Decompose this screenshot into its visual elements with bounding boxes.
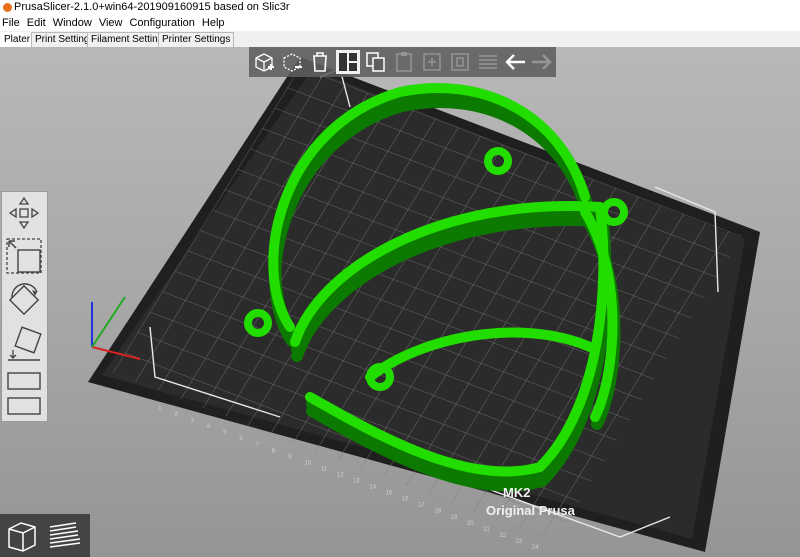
bed-label-brand: Original Prusa [486, 503, 576, 518]
window-title: PrusaSlicer-2.1.0+win64-201909160915 bas… [14, 1, 290, 13]
layers-preview-icon[interactable] [46, 517, 84, 555]
add-instance-icon[interactable] [420, 50, 444, 74]
3d-view-icon[interactable] [3, 517, 41, 555]
scene: MK2 Original Prusa 123456789101112131415… [88, 57, 760, 552]
bed-tick-label: 19 [451, 515, 458, 521]
scale-icon[interactable] [4, 236, 44, 276]
support-points-icon[interactable] [4, 395, 44, 417]
move-icon[interactable] [4, 196, 44, 230]
prusa-app-icon [3, 3, 12, 12]
bed-tick-label: 7 [256, 442, 260, 448]
bed-tick-label: 11 [321, 466, 328, 472]
place-on-face-icon[interactable] [4, 324, 44, 366]
menu-configuration[interactable]: Configuration [127, 15, 196, 31]
paste-icon[interactable] [392, 50, 416, 74]
bed-tick-label: 2 [174, 412, 178, 418]
bed-tick-label: 3 [191, 418, 195, 424]
bed-tick-label: 17 [418, 503, 425, 509]
menu-help[interactable]: Help [200, 15, 227, 31]
bed-tick-label: 13 [353, 479, 360, 485]
remove-instance-icon[interactable] [448, 50, 472, 74]
bed-tick-label: 16 [402, 497, 409, 503]
bed-tick-label: 23 [516, 539, 523, 545]
main-toolbar [249, 47, 556, 77]
bed-tick-label: 24 [532, 545, 539, 551]
menu-view[interactable]: View [97, 15, 125, 31]
menu-edit[interactable]: Edit [25, 15, 48, 31]
bed-tick-label: 22 [499, 533, 506, 539]
bed-tick-label: 5 [223, 430, 227, 436]
gizmo-sidebar [1, 191, 48, 422]
3d-viewport[interactable]: MK2 Original Prusa 1 2 3 4 5 6 7 8 9 10 11 12 13 14 15… [0, 47, 800, 557]
bed-tick-label: 4 [207, 424, 211, 430]
cut-icon[interactable] [4, 370, 44, 392]
view-switch [0, 514, 90, 557]
bed-tick-label: 14 [369, 485, 376, 491]
split-icon[interactable] [476, 50, 500, 74]
copy-icon[interactable] [364, 50, 388, 74]
bed-tick-label: 9 [288, 454, 292, 460]
menu-file[interactable]: File [0, 15, 22, 31]
bed-tick-label: 10 [304, 460, 311, 466]
tab-plater[interactable]: Plater [0, 32, 35, 47]
bed-tick-label: 18 [434, 509, 441, 515]
bed-tick-label: 6 [239, 436, 243, 442]
bed-tick-label: 12 [337, 473, 344, 479]
add-object-icon[interactable] [252, 50, 276, 74]
undo-icon[interactable] [504, 50, 528, 74]
delete-all-icon[interactable] [308, 50, 332, 74]
tab-bar: Plater Print Settings Filament Settings … [0, 31, 800, 48]
tab-printer-settings[interactable]: Printer Settings [158, 32, 235, 47]
menu-window[interactable]: Window [51, 15, 94, 31]
delete-icon[interactable] [280, 50, 304, 74]
redo-icon[interactable] [529, 50, 553, 74]
bed-tick-label: 1 [158, 406, 162, 412]
bed-tick-label: 20 [467, 521, 474, 527]
rotate-icon[interactable] [4, 280, 44, 320]
bed-tick-label: 15 [386, 491, 393, 497]
menu-bar: File Edit Window View Configuration Help [0, 15, 800, 31]
title-bar: PrusaSlicer-2.1.0+win64-201909160915 bas… [0, 0, 800, 15]
bed-label-mk2: MK2 [503, 485, 530, 500]
arrange-icon[interactable] [336, 50, 360, 74]
print-bed [88, 57, 760, 552]
bed-tick-label: 21 [483, 527, 490, 533]
bed-tick-label: 8 [272, 448, 276, 454]
